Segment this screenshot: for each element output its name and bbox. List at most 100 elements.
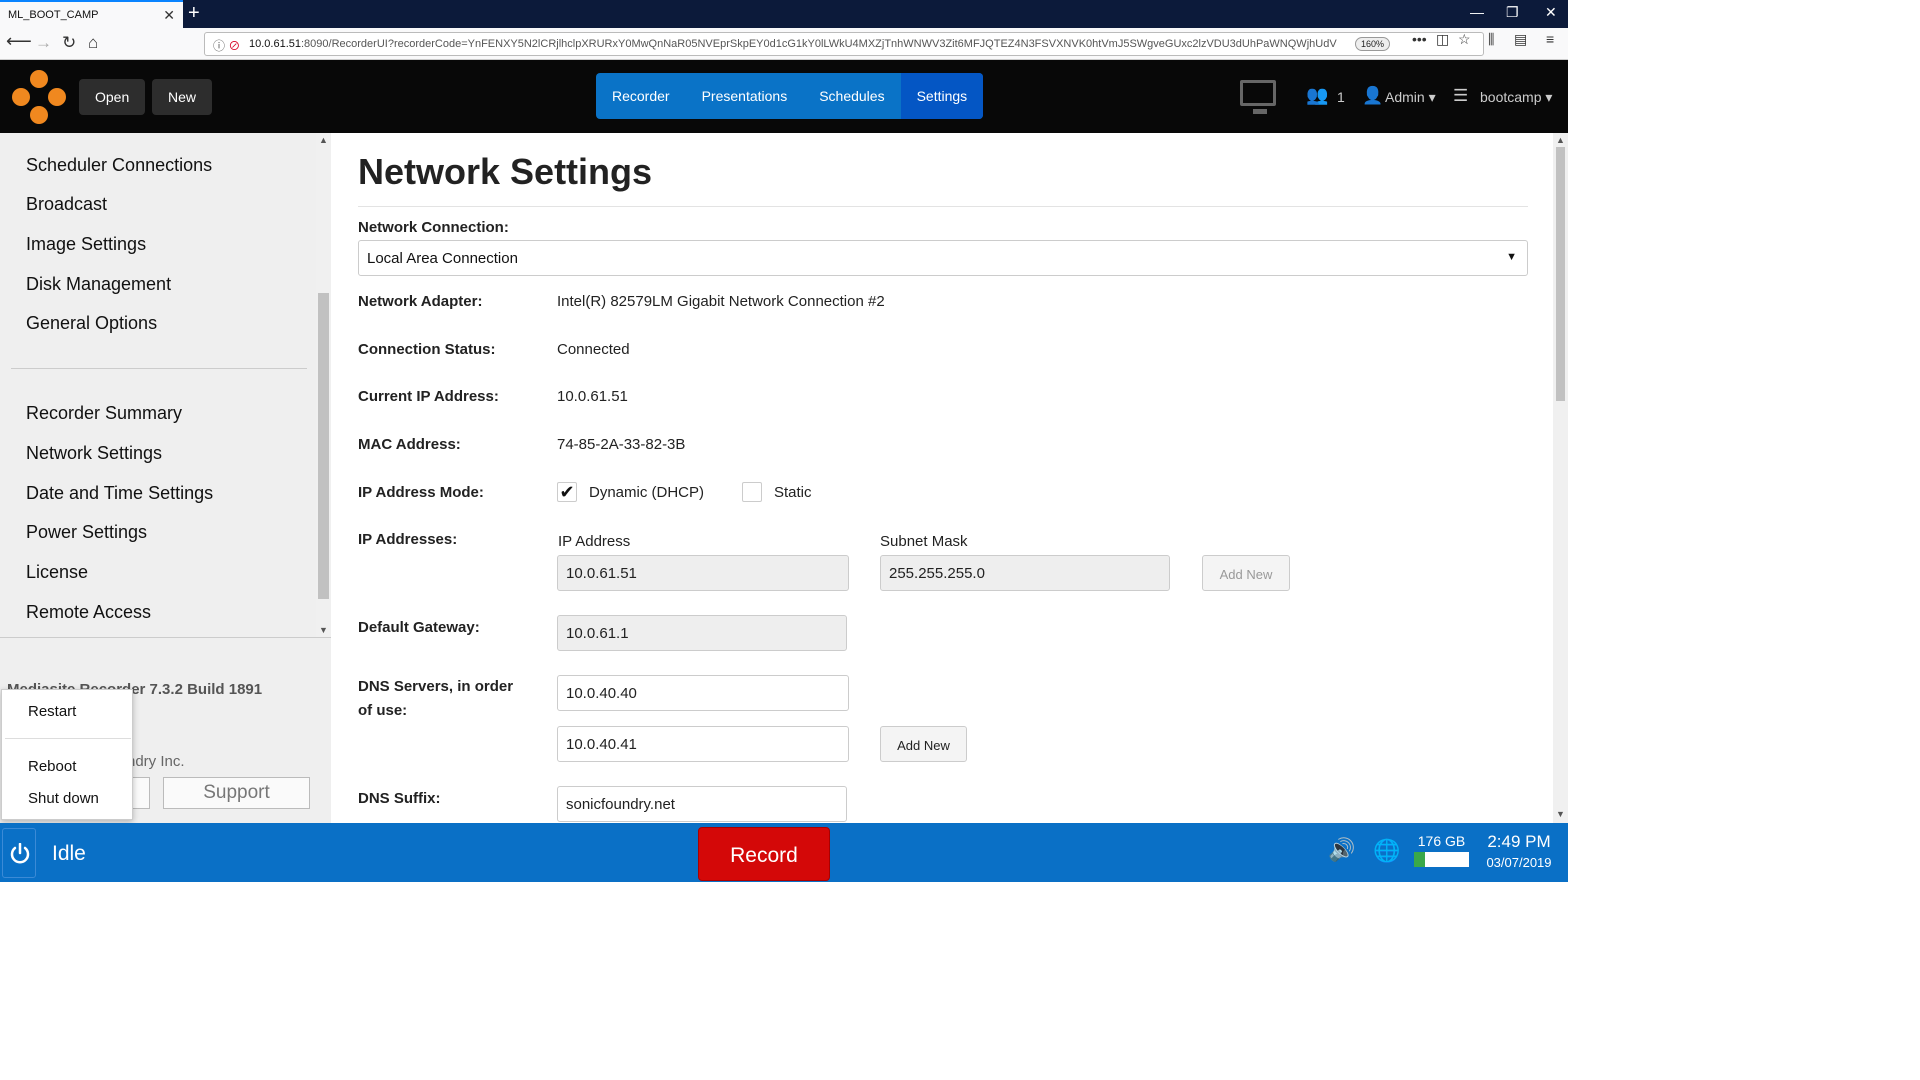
tab-close-icon[interactable]: ✕ <box>163 7 175 24</box>
sidebar-item-image-settings[interactable]: Image Settings <box>26 234 146 255</box>
monitor-icon[interactable] <box>1240 80 1276 114</box>
new-tab-icon[interactable]: + <box>188 2 200 25</box>
subnet-mask-input[interactable]: 255.255.255.0 <box>880 555 1170 591</box>
support-button[interactable]: Support <box>163 777 310 809</box>
page-title: Network Settings <box>358 151 653 192</box>
dns-server-2-input[interactable]: 10.0.40.41 <box>557 726 849 762</box>
menu-separator <box>5 738 131 739</box>
current-ip-value: 10.0.61.51 <box>557 388 628 405</box>
window-close-icon[interactable]: ✕ <box>1545 4 1557 21</box>
sidebar-item-disk-management[interactable]: Disk Management <box>26 274 171 295</box>
open-button[interactable]: Open <box>79 79 146 115</box>
sidebar-item-broadcast[interactable]: Broadcast <box>26 194 107 215</box>
status-label: Connection Status: <box>358 341 496 358</box>
add-dns-button[interactable]: Add New <box>880 726 967 762</box>
url-bar[interactable]: ⓘ ⊘ 10.0.61.51:8090/RecorderUI?recorderC… <box>204 32 1484 56</box>
network-connection-label: Network Connection: <box>358 219 509 236</box>
sidebar-item-general-options[interactable]: General Options <box>26 313 157 334</box>
network-settings-panel: Network Settings Network Connection: Loc… <box>331 133 1568 823</box>
restore-icon[interactable]: ❐ <box>1506 4 1519 21</box>
restart-menu-item[interactable]: Restart <box>28 703 76 720</box>
dhcp-checkbox[interactable]: ✔ <box>557 482 577 502</box>
shutdown-menu-item[interactable]: Shut down <box>28 790 99 807</box>
reboot-menu-item[interactable]: Reboot <box>28 758 76 775</box>
ip-addresses-label: IP Addresses: <box>358 531 458 548</box>
clock-date: 03/07/2019 <box>1486 855 1552 870</box>
gateway-input[interactable]: 10.0.61.1 <box>557 615 847 651</box>
user-name: Admin <box>1385 89 1425 105</box>
sidebar-item-network-settings[interactable]: Network Settings <box>26 443 162 464</box>
viewers-icon: 👥 <box>1306 85 1329 105</box>
ip-column-header: IP Address <box>558 533 631 550</box>
sidebar-item-date-time-settings[interactable]: Date and Time Settings <box>26 483 213 504</box>
dns-suffix-input[interactable]: sonicfoundry.net <box>557 786 847 822</box>
clock-time: 2:49 PM <box>1487 832 1551 851</box>
status-value: Connected <box>557 341 630 358</box>
tab-schedules[interactable]: Schedules <box>803 73 900 119</box>
sidebar-item-remote-access[interactable]: Remote Access <box>26 602 151 623</box>
main-scrollbar[interactable]: ▲ ▼ <box>1553 133 1568 823</box>
sidebar-item-scheduler-connections[interactable]: Scheduler Connections <box>26 155 212 176</box>
static-checkbox[interactable] <box>742 482 762 502</box>
current-ip-label: Current IP Address: <box>358 388 499 405</box>
bookmark-star-icon[interactable]: ☆ <box>1458 31 1471 48</box>
globe-icon[interactable]: 🌐 <box>1373 838 1400 864</box>
subnet-column-header: Subnet Mask <box>880 533 968 550</box>
dhcp-label: Dynamic (DHCP) <box>589 484 705 501</box>
zoom-level[interactable]: 160% <box>1355 37 1391 51</box>
network-connection-value: Local Area Connection <box>367 250 518 267</box>
checkmark-icon: ✔ <box>559 482 575 502</box>
site-info-icon[interactable]: ⓘ ⊘ <box>213 37 240 54</box>
dns-servers-label-2: of use: <box>358 702 408 719</box>
sidebar-scrollbar[interactable]: ▲ ▼ <box>316 133 331 638</box>
scrollbar-thumb[interactable] <box>318 293 329 599</box>
record-button[interactable]: Record <box>698 827 830 881</box>
add-ip-button[interactable]: Add New <box>1202 555 1290 591</box>
tab-settings[interactable]: Settings <box>900 73 984 119</box>
mac-value: 74-85-2A-33-82-3B <box>557 436 686 453</box>
sidebar-nav: Scheduler Connections Broadcast Image Se… <box>0 133 316 638</box>
server-icon: ☰ <box>1453 86 1469 105</box>
scroll-up-icon[interactable]: ▲ <box>1556 135 1565 145</box>
browser-tab-title: ML_BOOT_CAMP <box>8 9 99 21</box>
scroll-down-icon[interactable]: ▼ <box>319 625 328 635</box>
back-icon[interactable]: ⟵ <box>6 31 32 52</box>
sidebar-toggle-icon[interactable]: ▤ <box>1514 31 1527 48</box>
ip-address-input[interactable]: 10.0.61.51 <box>557 555 849 591</box>
scroll-down-icon[interactable]: ▼ <box>1556 809 1565 819</box>
reload-icon[interactable]: ↻ <box>62 33 76 53</box>
minimize-icon[interactable]: — <box>1470 4 1484 20</box>
new-button[interactable]: New <box>152 79 213 115</box>
scroll-up-icon[interactable]: ▲ <box>319 135 328 145</box>
dns-suffix-label: DNS Suffix: <box>358 790 441 807</box>
url-path: :8090/RecorderUI?recorderCode=YnFENXY5N2… <box>301 38 1337 50</box>
disk-usage-bar <box>1414 852 1469 867</box>
menu-icon[interactable]: ≡ <box>1546 31 1554 47</box>
gateway-label: Default Gateway: <box>358 619 480 636</box>
company-text: ndry Inc. <box>127 753 185 770</box>
power-button[interactable] <box>2 828 36 878</box>
sidebar-item-recorder-summary[interactable]: Recorder Summary <box>26 403 182 424</box>
sidebar-item-power-settings[interactable]: Power Settings <box>26 522 147 543</box>
pocket-icon[interactable]: ◫ <box>1436 31 1449 48</box>
dns-server-1-input[interactable]: 10.0.40.40 <box>557 675 849 711</box>
network-connection-select[interactable]: Local Area Connection ▼ <box>358 240 1528 276</box>
forward-icon[interactable]: → <box>35 33 52 53</box>
chevron-down-icon: ▾ <box>1545 89 1553 105</box>
server-name: bootcamp <box>1480 89 1542 105</box>
title-divider <box>358 206 1528 207</box>
browser-tab[interactable]: ML_BOOT_CAMP ✕ <box>0 0 183 28</box>
tab-recorder[interactable]: Recorder <box>596 73 686 119</box>
adapter-label: Network Adapter: <box>358 293 483 310</box>
volume-icon[interactable]: 🔊 <box>1328 837 1355 863</box>
page-actions-icon[interactable]: ••• <box>1412 31 1427 47</box>
browser-tab-bar: ML_BOOT_CAMP ✕ + — ❐ ✕ <box>0 0 1568 28</box>
server-menu[interactable]: bootcamp ▾ <box>1480 89 1552 106</box>
sidebar-item-license[interactable]: License <box>26 562 88 583</box>
static-label: Static <box>774 484 812 501</box>
home-icon[interactable]: ⌂ <box>88 33 98 53</box>
user-menu[interactable]: Admin ▾ <box>1385 89 1436 106</box>
tab-presentations[interactable]: Presentations <box>686 73 804 119</box>
scrollbar-thumb[interactable] <box>1556 147 1565 401</box>
library-icon[interactable]: ⫼ <box>1488 31 1494 48</box>
